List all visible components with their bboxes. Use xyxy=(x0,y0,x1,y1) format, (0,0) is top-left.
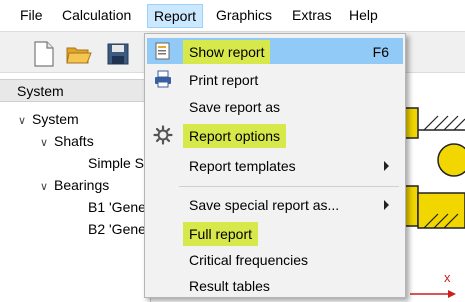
menu-label: Report templates xyxy=(189,158,296,174)
menu-help[interactable]: Help xyxy=(343,4,384,28)
menu-bar: File Calculation Report Graphics Extras … xyxy=(0,0,465,30)
menu-graphics[interactable]: Graphics xyxy=(210,4,278,28)
open-folder-icon[interactable] xyxy=(66,41,92,67)
tree-node-simple-shaft[interactable]: Simple S xyxy=(88,152,144,174)
tree-label: System xyxy=(32,111,79,127)
menu-label: Show report xyxy=(183,40,271,64)
tree-label: Simple S xyxy=(88,155,145,171)
tree-label: Bearings xyxy=(54,177,110,193)
system-tree: ∨ System ∨ Shafts Simple S ∨ Bearings B1 'G… xyxy=(0,106,150,302)
system-panel-title: System xyxy=(0,79,150,102)
tree-label: Shafts xyxy=(54,133,94,149)
shortcut-label: F6 xyxy=(372,44,389,60)
tree-node-bearing-b2[interactable]: B2 'Gene xyxy=(88,218,146,240)
new-document-icon[interactable] xyxy=(32,41,56,67)
menu-item-save-report-as[interactable]: Save report as xyxy=(147,93,403,119)
menu-item-report-templates[interactable]: Report templates xyxy=(147,152,403,178)
menu-item-show-report[interactable]: Show report F6 xyxy=(147,38,403,64)
tree-label: B2 'Gene xyxy=(88,221,146,237)
report-icon xyxy=(153,41,173,61)
tree-node-bearings[interactable]: ∨ Bearings xyxy=(40,174,109,196)
menu-label: Print report xyxy=(189,72,259,88)
menu-item-full-report[interactable]: Full report xyxy=(147,220,403,246)
chevron-down-icon[interactable]: ∨ xyxy=(18,110,32,132)
chevron-down-icon[interactable]: ∨ xyxy=(40,176,54,198)
save-icon[interactable] xyxy=(106,41,130,67)
x-axis-label: x xyxy=(444,270,451,285)
bearing-roller xyxy=(437,143,465,177)
tree-label: B1 'Gene xyxy=(88,199,146,215)
menu-label: Full report xyxy=(183,222,259,246)
menu-label: Result tables xyxy=(189,278,270,294)
menu-item-save-special-report[interactable]: Save special report as... xyxy=(147,191,403,217)
menu-label: Critical frequencies xyxy=(189,252,309,268)
menu-report[interactable]: Report xyxy=(147,4,204,28)
gear-icon xyxy=(153,125,173,145)
submenu-arrow-icon xyxy=(384,200,389,210)
menu-extras[interactable]: Extras xyxy=(286,4,338,28)
report-menu: Show report F6 Print report Save report … xyxy=(144,33,406,298)
menu-item-critical-frequencies[interactable]: Critical frequencies xyxy=(147,246,403,272)
menu-label: Save report as xyxy=(189,99,281,115)
menu-calculation[interactable]: Calculation xyxy=(56,4,137,28)
menu-item-result-tables[interactable]: Result tables xyxy=(147,272,403,298)
menu-item-print-report[interactable]: Print report xyxy=(147,66,403,92)
menu-label: Report options xyxy=(183,124,287,148)
chevron-down-icon[interactable]: ∨ xyxy=(40,132,54,154)
menu-item-report-options[interactable]: Report options xyxy=(147,122,403,148)
menu-file[interactable]: File xyxy=(14,4,49,28)
tree-node-shafts[interactable]: ∨ Shafts xyxy=(40,130,94,152)
tree-node-system[interactable]: ∨ System xyxy=(18,108,79,130)
submenu-arrow-icon xyxy=(384,161,389,171)
menu-label: Save special report as... xyxy=(189,197,340,213)
printer-icon xyxy=(153,69,173,89)
tree-node-bearing-b1[interactable]: B1 'Gene xyxy=(88,196,146,218)
menu-separator xyxy=(179,186,399,187)
